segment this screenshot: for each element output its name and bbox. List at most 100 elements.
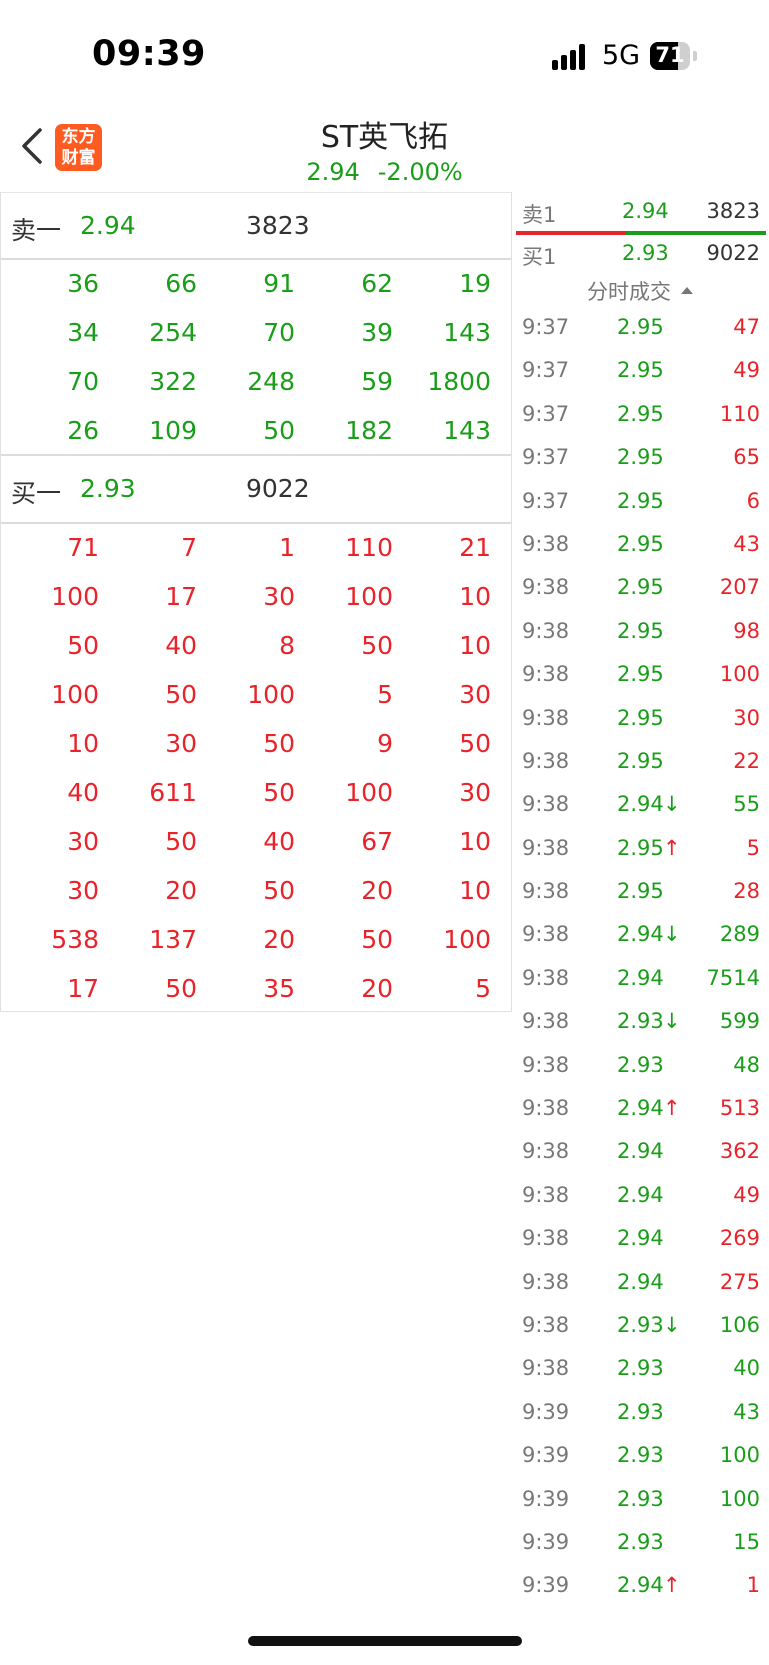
tick-row: 9:38 2.95 207 (514, 566, 766, 609)
status-time: 09:39 (92, 34, 206, 74)
queue-order-row: 50 40 8 50 10 (1, 621, 511, 670)
queue-order-volume: 59 (361, 367, 393, 396)
tick-row: 9:37 2.95 47 (514, 306, 766, 349)
tick-price: 2.95 (617, 575, 664, 600)
tick-volume: 100 (719, 662, 760, 687)
queue-order-volume: 30 (459, 778, 491, 807)
tick-volume: 43 (733, 531, 760, 556)
queue-order-volume: 71 (67, 533, 99, 562)
tick-time: 9:39 (522, 1573, 570, 1598)
queue-order-volume: 50 (361, 631, 393, 660)
queue-order-volume: 26 (67, 416, 99, 445)
tick-price: 2.93 (617, 1443, 664, 1468)
queue-order-volume: 30 (67, 827, 99, 856)
queue-order-volume: 100 (51, 680, 99, 709)
tick-direction-arrow: ↓ (663, 1009, 681, 1034)
tick-time: 9:38 (522, 835, 570, 860)
tick-price: 2.95 (617, 618, 664, 643)
tick-row: 9:38 2.93 48 (514, 1044, 766, 1087)
tick-row: 9:38 2.94 269 (514, 1217, 766, 1260)
tick-volume: 207 (719, 575, 760, 600)
tick-time: 9:38 (522, 1009, 570, 1034)
orderbook-sell1-volume: 3823 (706, 199, 760, 223)
ticks-header[interactable]: 分时成交 (514, 276, 766, 306)
queue-order-row: 71 7 1 110 21 (1, 523, 511, 572)
tick-volume: 5 (746, 835, 760, 860)
queue-order-volume: 62 (361, 269, 393, 298)
queue-order-volume: 20 (361, 974, 393, 1003)
queue-order-volume: 50 (165, 680, 197, 709)
tick-time: 9:38 (522, 1312, 570, 1337)
queue-order-volume: 17 (165, 582, 197, 611)
orderbook-buy1-volume: 9022 (706, 241, 760, 265)
sell-queue-label: 卖一 (11, 216, 62, 245)
tick-row: 9:38 2.95 30 (514, 697, 766, 740)
queue-order-volume: 50 (263, 729, 295, 758)
tick-time: 9:38 (522, 662, 570, 687)
queue-order-volume: 70 (263, 318, 295, 347)
queue-order-row: 30 50 40 67 10 (1, 817, 511, 866)
orderbook-sell1-label: 卖1 (522, 203, 557, 227)
queue-order-volume: 10 (459, 582, 491, 611)
tick-time: 9:38 (522, 1052, 570, 1077)
orderbook-sell1-price: 2.94 (622, 199, 669, 223)
queue-order-volume: 50 (165, 827, 197, 856)
tick-volume: 40 (733, 1356, 760, 1381)
tick-time: 9:37 (522, 445, 570, 470)
queue-order-volume: 10 (459, 631, 491, 660)
tick-time: 9:37 (522, 488, 570, 513)
sell-queue-summary: 卖一 2.94 3823 (1, 193, 511, 257)
orderbook-buy1: 买1 2.93 9022 (514, 234, 766, 272)
tick-time: 9:38 (522, 965, 570, 990)
queue-order-volume: 34 (67, 318, 99, 347)
tick-price: 2.94 (617, 1182, 664, 1207)
queue-order-volume: 7 (181, 533, 197, 562)
queue-order-row: 40 611 50 100 30 (1, 768, 511, 817)
tick-volume: 47 (733, 315, 760, 339)
queue-order-volume: 100 (443, 925, 491, 954)
queue-order-volume: 17 (67, 974, 99, 1003)
queue-order-volume: 35 (263, 974, 295, 1003)
queue-order-volume: 91 (263, 269, 295, 298)
tick-price: 2.95 (617, 358, 664, 383)
queue-order-volume: 110 (345, 533, 393, 562)
queue-order-volume: 611 (149, 778, 197, 807)
queue-order-volume: 67 (361, 827, 393, 856)
tick-row: 9:39 2.93 15 (514, 1521, 766, 1564)
tick-time: 9:38 (522, 575, 570, 600)
tick-direction-arrow: ↑ (663, 1573, 681, 1598)
tick-time: 9:38 (522, 748, 570, 773)
tick-price: 2.95 (617, 488, 664, 513)
queue-order-volume: 100 (247, 680, 295, 709)
queue-order-volume: 100 (345, 778, 393, 807)
tick-time: 9:38 (522, 1269, 570, 1294)
tick-row: 9:38 2.95 22 (514, 740, 766, 783)
tick-price: 2.95 (617, 662, 664, 687)
tick-time: 9:38 (522, 531, 570, 556)
queue-order-volume: 40 (263, 827, 295, 856)
queue-order-volume: 8 (279, 631, 295, 660)
sell-queue-price: 2.94 (80, 211, 136, 240)
tick-row: 9:39 2.93 100 (514, 1478, 766, 1521)
queue-order-volume: 30 (67, 876, 99, 905)
tick-row: 9:38 2.95 100 (514, 653, 766, 696)
tick-list[interactable]: 9:37 2.95 47 9:37 2.95 49 9:37 2.95 110 9:37 2.95 6… (514, 306, 766, 1608)
tick-price: 2.95 (617, 445, 664, 470)
tick-time: 9:37 (522, 401, 570, 426)
tick-direction-arrow: ↓ (663, 1312, 681, 1337)
tick-time: 9:38 (522, 1356, 570, 1381)
tick-direction-arrow: ↓ (663, 922, 681, 947)
tick-time: 9:39 (522, 1529, 570, 1554)
queue-order-volume: 50 (459, 729, 491, 758)
queue-order-volume: 30 (263, 582, 295, 611)
tick-time: 9:38 (522, 879, 570, 904)
home-indicator (248, 1636, 522, 1646)
queue-order-row: 26 109 50 182 143 (1, 406, 511, 455)
tick-volume: 30 (733, 705, 760, 730)
tick-time: 9:39 (522, 1399, 570, 1424)
tick-row: 9:39 2.93 100 (514, 1434, 766, 1477)
tick-volume: 55 (733, 792, 760, 817)
tick-volume: 43 (733, 1399, 760, 1424)
queue-order-row: 36 66 91 62 19 (1, 259, 511, 308)
queue-order-volume: 20 (263, 925, 295, 954)
